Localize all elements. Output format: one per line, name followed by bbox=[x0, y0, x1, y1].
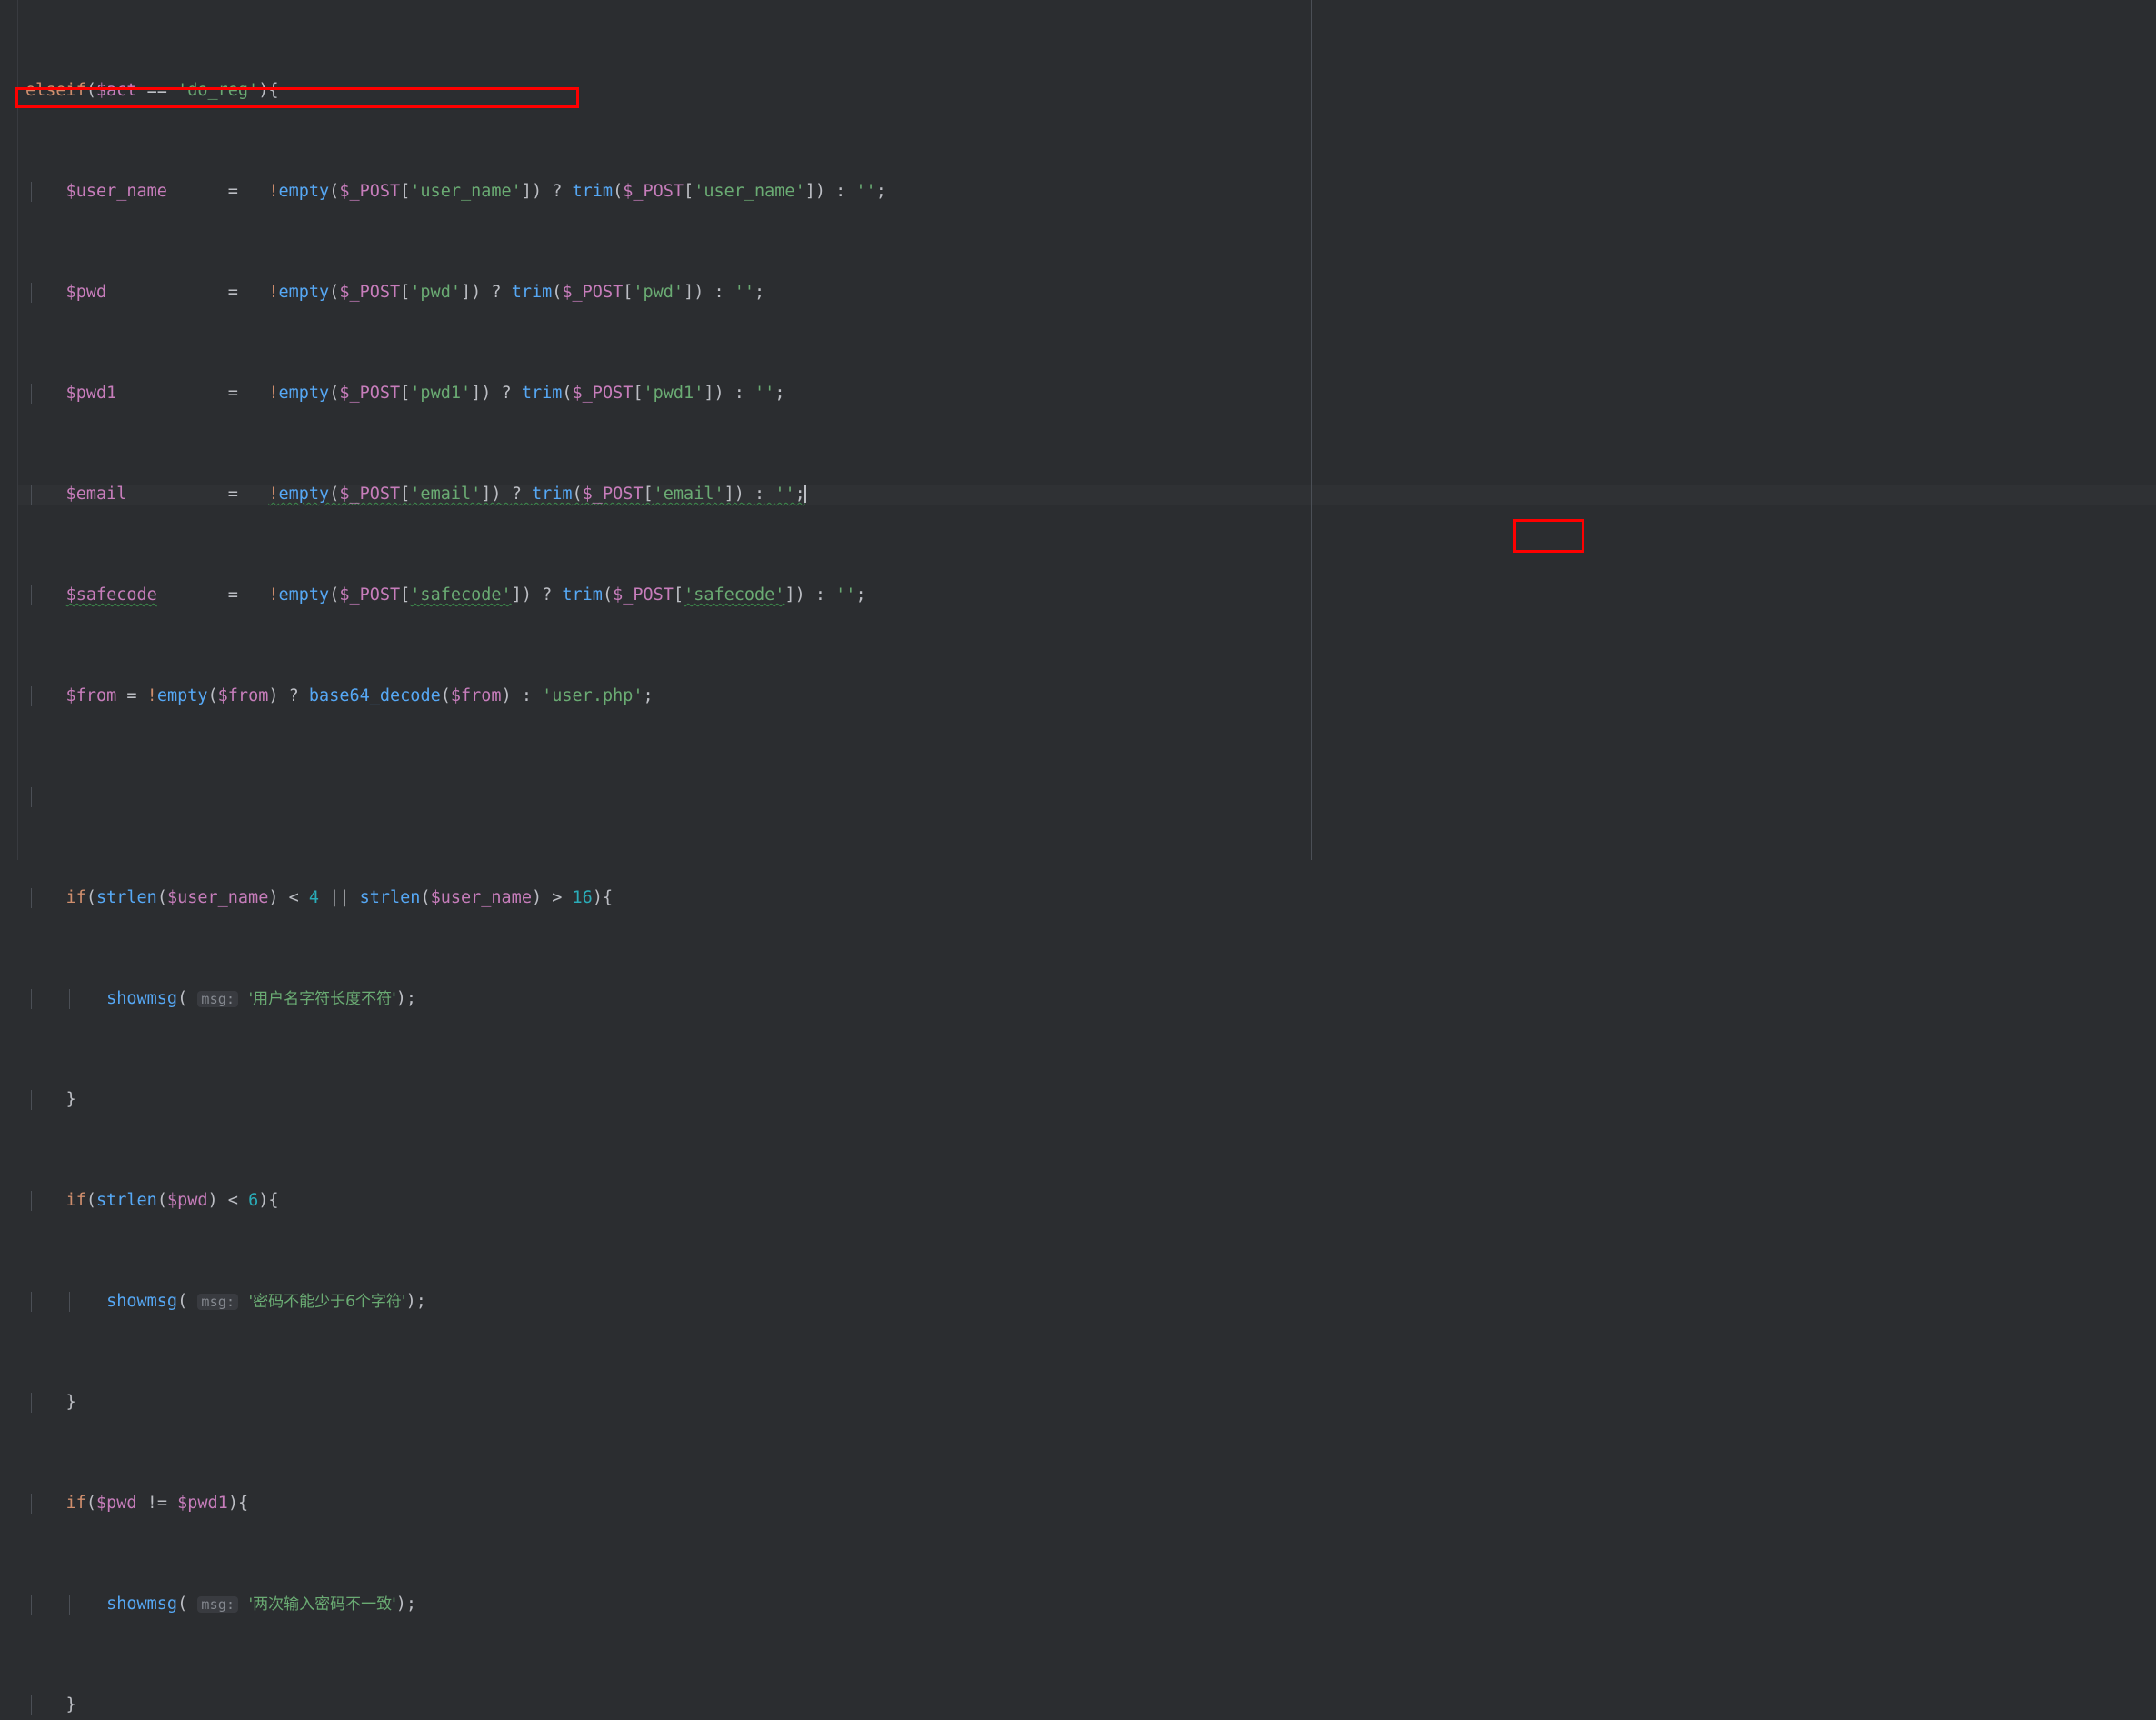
code-line[interactable]: } bbox=[0, 1090, 2156, 1110]
code-line-blank[interactable] bbox=[0, 787, 2156, 807]
code-editor[interactable]: elseif($act == 'do_reg'){ $user_name = !… bbox=[0, 0, 2156, 1715]
code-line[interactable]: $from = !empty($from) ? base64_decode($f… bbox=[0, 686, 2156, 706]
editor-gutter[interactable] bbox=[0, 0, 18, 860]
code-line[interactable]: $pwd1 = !empty($_POST['pwd1']) ? trim($_… bbox=[0, 384, 2156, 404]
code-line[interactable]: showmsg( msg: '两次输入密码不一致'); bbox=[0, 1595, 2156, 1615]
code-line[interactable]: if(strlen($user_name) < 4 || strlen($use… bbox=[0, 888, 2156, 908]
code-line[interactable]: $pwd = !empty($_POST['pwd']) ? trim($_PO… bbox=[0, 283, 2156, 303]
code-line[interactable]: } bbox=[0, 1695, 2156, 1715]
text-caret bbox=[804, 485, 806, 503]
code-line[interactable]: } bbox=[0, 1393, 2156, 1413]
code-line-current[interactable]: $email = !empty($_POST['email']) ? trim(… bbox=[0, 484, 2156, 505]
param-hint-msg: msg: bbox=[197, 1595, 239, 1613]
code-line[interactable]: if($pwd != $pwd1){ bbox=[0, 1494, 2156, 1514]
code-line[interactable]: showmsg( msg: '用户名字符长度不符'); bbox=[0, 989, 2156, 1009]
code-content[interactable]: elseif($act == 'do_reg'){ $user_name = !… bbox=[0, 0, 2156, 1715]
param-hint-msg: msg: bbox=[197, 990, 239, 1007]
code-line[interactable]: if(strlen($pwd) < 6){ bbox=[0, 1191, 2156, 1211]
code-line[interactable]: showmsg( msg: '密码不能少于6个字符'); bbox=[0, 1292, 2156, 1312]
code-line[interactable]: $safecode = !empty($_POST['safecode']) ?… bbox=[0, 585, 2156, 605]
code-line[interactable]: $user_name = !empty($_POST['user_name'])… bbox=[0, 182, 2156, 202]
right-margin-guide bbox=[1311, 0, 1312, 860]
code-line[interactable]: elseif($act == 'do_reg'){ bbox=[0, 81, 2156, 101]
param-hint-msg: msg: bbox=[197, 1293, 239, 1310]
